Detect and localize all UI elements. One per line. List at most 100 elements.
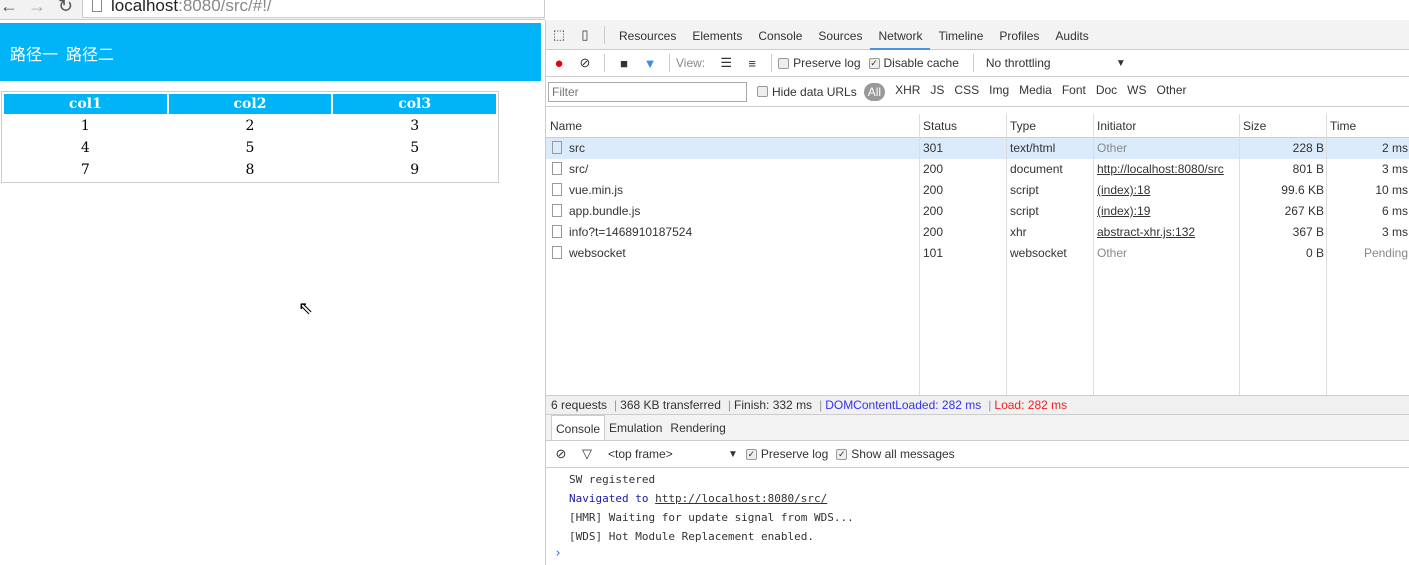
request-initiator[interactable]: http://localhost:8080/src xyxy=(1097,159,1237,180)
drawer-tab-rendering[interactable]: Rendering xyxy=(666,415,729,440)
column-header-size[interactable]: Size xyxy=(1243,114,1266,135)
view-label: View: xyxy=(676,56,706,70)
filter-type-media[interactable]: Media xyxy=(1019,83,1052,101)
tab-audits[interactable]: Audits xyxy=(1047,20,1096,50)
tab-console[interactable]: Console xyxy=(750,20,810,50)
tab-sources[interactable]: Sources xyxy=(810,20,870,50)
dropdown-arrow-icon[interactable]: ▼ xyxy=(728,449,738,460)
devtools-panel: ⬚ ▯ Resources Elements Console Sources Netwo… xyxy=(545,20,1409,565)
request-type-text: script xyxy=(1010,183,1039,197)
filter-type-font[interactable]: Font xyxy=(1062,83,1086,101)
divider xyxy=(604,54,605,72)
request-size-text: 267 KB xyxy=(1284,204,1324,218)
request-row[interactable]: info?t=1468910187524 200 xhr abstract-xhr.j… xyxy=(546,222,1409,243)
column-divider xyxy=(1006,114,1007,395)
forward-icon[interactable]: → xyxy=(28,0,46,17)
column-header-status[interactable]: Status xyxy=(923,114,957,135)
navigated-url-link[interactable]: http://localhost:8080/src/ xyxy=(655,492,827,505)
frame-select[interactable]: <top frame> xyxy=(608,447,728,461)
device-mode-icon[interactable]: ▯ xyxy=(575,27,595,43)
inspect-icon[interactable]: ⬚ xyxy=(549,27,569,43)
overview-icon[interactable]: ≡ xyxy=(742,56,762,71)
show-all-messages-label: Show all messages xyxy=(851,447,955,461)
mouse-cursor-icon: ⇖ xyxy=(298,298,314,318)
request-row[interactable]: websocket 101 websocket Other 0 B Pending xyxy=(546,243,1409,264)
divider xyxy=(771,54,773,72)
preserve-log-checkbox[interactable] xyxy=(778,57,790,69)
clear-icon[interactable]: ⊘ xyxy=(575,55,595,71)
tab-timeline[interactable]: Timeline xyxy=(930,20,991,50)
request-type: document xyxy=(1010,159,1091,180)
drawer-tab-console[interactable]: Console xyxy=(551,415,606,440)
cell: 5 xyxy=(245,140,255,156)
column-header-time[interactable]: Time xyxy=(1330,114,1356,135)
filter-bar: Hide data URLs All XHR JS CSS Img Media Font Do… xyxy=(546,77,1409,107)
table-row: 1 2 3 xyxy=(4,116,496,136)
drawer-tabs: Console Emulation Rendering xyxy=(546,415,1409,441)
console-toolbar: ⊘ ▽ <top frame> ▼ ✓ Preserve log ✓ Show al… xyxy=(546,441,1409,468)
request-status-text: 200 xyxy=(923,183,944,197)
reload-icon[interactable]: ↻ xyxy=(58,0,73,17)
request-size: 0 B xyxy=(1243,243,1324,264)
request-row[interactable]: src/200 document http://localhost:8080/src… xyxy=(546,159,1409,180)
browser-toolbar: ← → ↻ localhost:8080/src/#!/ xyxy=(0,0,545,20)
col-header: col3 xyxy=(333,94,496,114)
filter-input[interactable] xyxy=(548,81,747,102)
column-header-name[interactable]: Name xyxy=(550,114,582,135)
filter-icon[interactable]: ▼ xyxy=(640,56,660,71)
dropdown-arrow-icon[interactable]: ▼ xyxy=(1116,58,1126,69)
console-filter-icon[interactable]: ▽ xyxy=(577,446,597,462)
address-bar[interactable]: localhost:8080/src/#!/ xyxy=(82,0,545,18)
filter-type-js[interactable]: JS xyxy=(930,83,944,101)
request-size: 801 B xyxy=(1243,159,1324,180)
request-initiator[interactable]: (index):19 xyxy=(1097,201,1237,222)
request-row[interactable]: vue.min.js 200 script (index):18 99.6 KB 10 m… xyxy=(546,180,1409,201)
hide-data-urls-checkbox[interactable] xyxy=(757,86,768,97)
console-prompt[interactable]: › xyxy=(546,546,1409,561)
column-header-type[interactable]: Type xyxy=(1010,114,1036,135)
back-icon[interactable]: ← xyxy=(0,0,18,17)
capture-screenshots-icon[interactable]: ■ xyxy=(614,56,634,71)
column-header-initiator[interactable]: Initiator xyxy=(1097,114,1136,135)
request-name: src xyxy=(546,138,913,159)
filter-type-doc[interactable]: Doc xyxy=(1096,83,1117,101)
request-row[interactable]: app.bundle.js 200 script (index):19 267 KB 6 … xyxy=(546,201,1409,222)
tab-elements[interactable]: Elements xyxy=(684,20,750,50)
filter-type-other[interactable]: Other xyxy=(1157,83,1187,101)
request-name-text: src xyxy=(569,141,585,155)
request-row[interactable]: src 301 text/html Other 228 B 2 ms xyxy=(546,138,1409,159)
tab-resources[interactable]: Resources xyxy=(611,20,684,50)
column-divider xyxy=(1239,114,1240,395)
request-initiator[interactable]: (index):18 xyxy=(1097,180,1237,201)
request-initiator-text: (index):19 xyxy=(1097,204,1151,218)
clear-console-icon[interactable]: ⊘ xyxy=(551,446,571,462)
file-icon xyxy=(552,204,562,217)
request-initiator[interactable]: abstract-xhr.js:132 xyxy=(1097,222,1237,243)
filter-type-css[interactable]: CSS xyxy=(954,83,979,101)
request-status-text: 200 xyxy=(923,225,944,239)
page-header: 路径一 路径二 xyxy=(0,23,541,81)
request-time: 10 ms xyxy=(1330,180,1408,201)
navigated-text: Navigated to xyxy=(569,492,656,505)
filter-type-xhr[interactable]: XHR xyxy=(895,83,920,101)
nav-link-2[interactable]: 路径二 xyxy=(66,47,114,64)
disable-cache-checkbox[interactable]: ✓ xyxy=(868,57,880,69)
show-all-messages-checkbox[interactable]: ✓ xyxy=(836,448,848,460)
table-row: 7 8 9 xyxy=(4,160,496,180)
nav-link-1[interactable]: 路径一 xyxy=(10,47,58,64)
tab-network[interactable]: Network xyxy=(870,20,931,50)
console-message: Navigated to http://localhost:8080/src/ xyxy=(546,489,1409,508)
record-icon[interactable]: ● xyxy=(549,55,569,72)
throttling-select[interactable]: No throttling xyxy=(986,56,1116,70)
request-type: websocket xyxy=(1010,243,1091,264)
request-initiator-text: Other xyxy=(1097,141,1128,155)
drawer-tab-emulation[interactable]: Emulation xyxy=(605,415,666,440)
large-rows-icon[interactable]: ☰ xyxy=(716,55,736,71)
table-header: Name Status Type Initiator Size Time xyxy=(546,114,1409,138)
request-name: app.bundle.js xyxy=(546,201,913,222)
tab-profiles[interactable]: Profiles xyxy=(991,20,1047,50)
filter-type-all[interactable]: All xyxy=(863,82,886,101)
filter-type-img[interactable]: Img xyxy=(989,83,1009,101)
console-preserve-log-checkbox[interactable]: ✓ xyxy=(745,448,757,460)
filter-type-ws[interactable]: WS xyxy=(1127,83,1146,101)
